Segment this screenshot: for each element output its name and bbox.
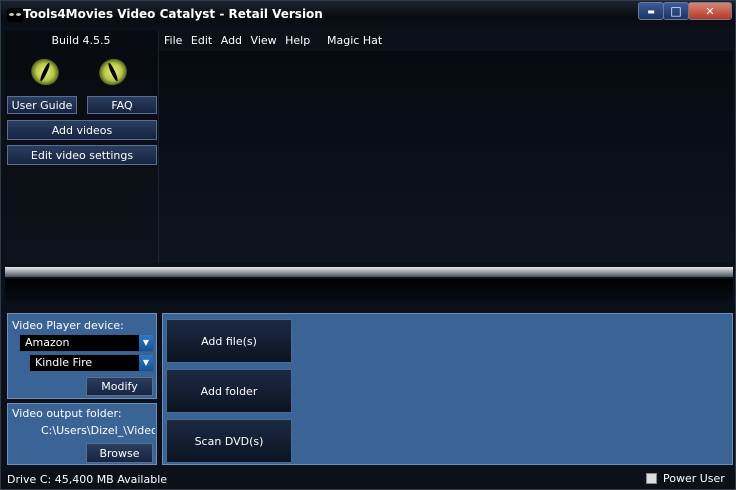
device-brand-select[interactable]: Amazon ▼ xyxy=(19,334,154,352)
left-eye-icon xyxy=(26,54,64,90)
menu-edit[interactable]: Edit xyxy=(191,34,212,47)
cat-eyes-logo xyxy=(26,54,139,91)
menu-view[interactable]: View xyxy=(251,34,277,47)
device-model-select[interactable]: Kindle Fire ▼ xyxy=(29,354,154,372)
output-folder-label: Video output folder: xyxy=(12,407,122,420)
window-title: Tools4Movies Video Catalyst - Retail Ver… xyxy=(23,7,323,21)
app-window: Tools4Movies Video Catalyst - Retail Ver… xyxy=(0,0,736,490)
chevron-down-icon[interactable]: ▼ xyxy=(139,355,153,371)
power-user-checkbox[interactable] xyxy=(646,473,657,484)
app-cat-icon xyxy=(7,8,23,22)
video-list-area[interactable] xyxy=(159,51,733,263)
right-eye-icon xyxy=(94,54,132,90)
close-button[interactable]: ✕ xyxy=(688,2,732,20)
maximize-button[interactable]: □ xyxy=(663,2,689,20)
device-label: Video Player device: xyxy=(12,319,124,332)
device-brand-value: Amazon xyxy=(25,336,70,349)
output-folder-path: C:\Users\Dizel_\Videos\ xyxy=(41,424,155,437)
title-bar[interactable]: Tools4Movies Video Catalyst - Retail Ver… xyxy=(1,1,735,29)
edit-video-settings-button[interactable]: Edit video settings xyxy=(7,145,157,165)
splitter-bar[interactable] xyxy=(5,267,733,277)
menu-help[interactable]: Help xyxy=(285,34,310,47)
user-guide-button[interactable]: User Guide xyxy=(7,96,77,114)
modify-button[interactable]: Modify xyxy=(86,377,153,396)
maximize-icon: □ xyxy=(670,4,682,18)
minimize-button[interactable]: ▬ xyxy=(638,2,664,20)
drive-status: Drive C: 45,400 MB Available xyxy=(7,473,168,486)
divider-band xyxy=(5,279,733,309)
minimize-icon: ▬ xyxy=(647,6,655,16)
add-files-button[interactable]: Add file(s) xyxy=(166,319,292,363)
menu-file[interactable]: File xyxy=(164,34,182,47)
faq-button[interactable]: FAQ xyxy=(87,96,157,114)
power-user-label[interactable]: Power User xyxy=(663,472,725,485)
chevron-down-icon[interactable]: ▼ xyxy=(139,335,153,351)
add-folder-button[interactable]: Add folder xyxy=(166,369,292,413)
menu-magic-hat[interactable]: Magic Hat xyxy=(327,34,382,47)
add-videos-button[interactable]: Add videos xyxy=(7,120,157,140)
device-model-value: Kindle Fire xyxy=(35,356,93,369)
browse-button[interactable]: Browse xyxy=(86,443,153,463)
menu-bar: File Edit Add View Help xyxy=(164,34,315,47)
close-icon: ✕ xyxy=(705,4,715,18)
menu-add[interactable]: Add xyxy=(221,34,242,47)
build-version: Build 4.5.5 xyxy=(51,34,111,47)
scan-dvd-button[interactable]: Scan DVD(s) xyxy=(166,419,292,463)
